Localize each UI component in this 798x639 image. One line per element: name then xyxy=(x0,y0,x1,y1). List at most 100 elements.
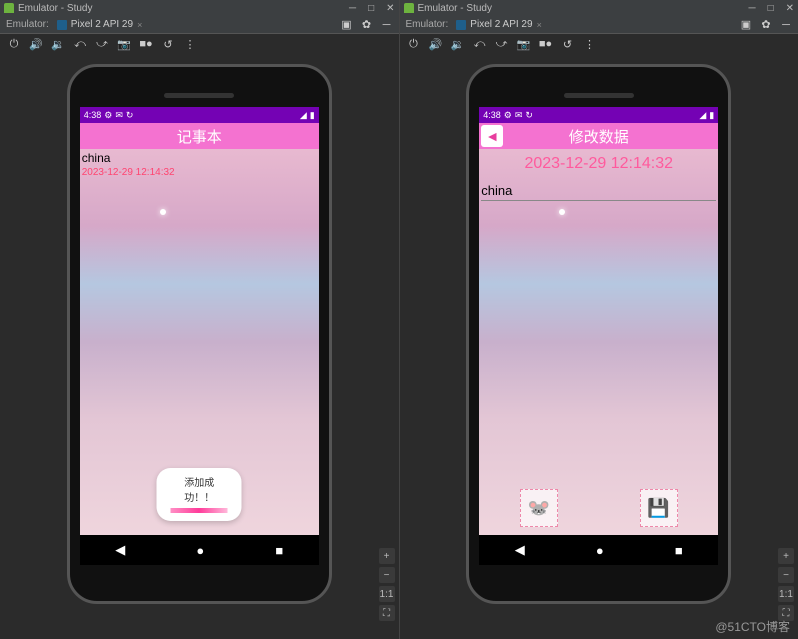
app-titlebar: ◄ 修改数据 xyxy=(479,123,718,149)
note-item-text: china xyxy=(82,151,317,165)
app-content[interactable]: china 2023-12-29 12:14:32 添加成功！！ xyxy=(80,149,319,535)
more-icon[interactable]: ⋮ xyxy=(584,38,596,50)
status-battery-icon: ▮ xyxy=(310,110,315,121)
tab-close-icon[interactable]: × xyxy=(537,20,542,30)
toast-underline xyxy=(171,508,228,513)
android-logo-icon xyxy=(404,3,414,13)
rotate-left-icon[interactable]: ⤺ xyxy=(474,38,486,50)
zoom-controls: + − 1:1 ⛶ xyxy=(379,548,395,621)
window-close-icon[interactable]: ✕ xyxy=(786,3,794,14)
power-icon[interactable]: ⏻ xyxy=(8,38,20,50)
window-maximize-icon[interactable]: □ xyxy=(768,3,774,14)
status-battery-icon: ▮ xyxy=(709,110,714,121)
android-statusbar: 4:38 ⚙ ✉ ↻ ◢ ▮ xyxy=(479,107,718,123)
watermark: @51CTO博客 xyxy=(715,618,790,635)
app-title: 修改数据 xyxy=(569,126,629,147)
emulator-toolbar: Emulator: Pixel 2 API 29 × ▣ ✿ ─ xyxy=(0,16,399,34)
nav-back-icon[interactable]: ◀ xyxy=(115,542,125,558)
window-minimize-icon[interactable]: ─ xyxy=(748,3,755,14)
zoom-controls: + − 1:1 ⛶ xyxy=(778,548,794,621)
volume-up-icon[interactable]: 🔊 xyxy=(30,38,42,50)
phone-speaker xyxy=(164,93,234,98)
record-icon[interactable]: ■● xyxy=(140,38,152,50)
volume-down-icon[interactable]: 🔉 xyxy=(452,38,464,50)
nav-home-icon[interactable]: ● xyxy=(196,543,204,558)
android-statusbar: 4:38 ⚙ ✉ ↻ ◢ ▮ xyxy=(80,107,319,123)
back-icon[interactable]: ↺ xyxy=(562,38,574,50)
tab-close-icon[interactable]: × xyxy=(137,20,142,30)
emulator-window-right: Emulator - Study ─ □ ✕ Emulator: Pixel 2… xyxy=(399,0,798,639)
emulator-window-left: Emulator - Study ─ □ ✕ Emulator: Pixel 2… xyxy=(0,0,399,639)
volume-up-icon[interactable]: 🔊 xyxy=(430,38,442,50)
zoom-reset-button[interactable]: 1:1 xyxy=(379,586,395,602)
phone-frame: 4:38 ⚙ ✉ ↻ ◢ ▮ ◄ 修改数据 2 xyxy=(466,64,731,604)
rotate-left-icon[interactable]: ⤺ xyxy=(74,38,86,50)
app-title: 记事本 xyxy=(177,126,222,147)
toast-text: 添加成功！！ xyxy=(171,474,228,504)
status-mail-icon: ✉ xyxy=(115,110,123,121)
toast: 添加成功！！ xyxy=(157,468,242,521)
hide-icon[interactable]: ─ xyxy=(381,19,393,31)
device-tab[interactable]: Pixel 2 API 29 × xyxy=(57,19,143,30)
back-icon[interactable]: ↺ xyxy=(162,38,174,50)
device-icon xyxy=(456,20,466,30)
emulator-label: Emulator: xyxy=(6,19,49,30)
status-sync-icon: ↻ xyxy=(126,110,134,121)
device-tab-label: Pixel 2 API 29 xyxy=(470,19,532,30)
emulator-toolbar: Emulator: Pixel 2 API 29 × ▣ ✿ ─ xyxy=(400,16,798,34)
emulator-controls: ⏻ 🔊 🔉 ⤺ ⤻ 📷 ■● ↺ ⋮ xyxy=(400,34,798,54)
rotate-right-icon[interactable]: ⤻ xyxy=(96,38,108,50)
zoom-fit-button[interactable]: ⛶ xyxy=(379,605,395,621)
window-minimize-icon[interactable]: ─ xyxy=(349,3,356,14)
window-title: Emulator - Study xyxy=(418,3,492,14)
chevron-left-icon: ◄ xyxy=(485,128,499,144)
detach-icon[interactable]: ▣ xyxy=(341,19,353,31)
status-time: 4:38 xyxy=(483,110,501,120)
emulator-label: Emulator: xyxy=(406,19,449,30)
record-icon[interactable]: ■● xyxy=(540,38,552,50)
phone-screen[interactable]: 4:38 ⚙ ✉ ↻ ◢ ▮ ◄ 修改数据 2 xyxy=(479,107,718,565)
status-mail-icon: ✉ xyxy=(515,110,523,121)
note-item[interactable]: china xyxy=(80,149,319,167)
save-button[interactable]: 💾 xyxy=(640,489,678,527)
phone-screen[interactable]: 4:38 ⚙ ✉ ↻ ◢ ▮ 记事本 china xyxy=(80,107,319,565)
back-button[interactable]: ◄ xyxy=(481,125,503,147)
app-titlebar: 记事本 xyxy=(80,123,319,149)
window-titlebar[interactable]: Emulator - Study ─ □ ✕ xyxy=(0,0,399,16)
power-icon[interactable]: ⏻ xyxy=(408,38,420,50)
trash-icon: 🐭 xyxy=(528,498,550,519)
detach-icon[interactable]: ▣ xyxy=(740,19,752,31)
window-close-icon[interactable]: ✕ xyxy=(386,3,394,14)
edit-timestamp: 2023-12-29 12:14:32 xyxy=(479,149,718,179)
volume-down-icon[interactable]: 🔉 xyxy=(52,38,64,50)
settings-icon[interactable]: ✿ xyxy=(361,19,373,31)
nav-home-icon[interactable]: ● xyxy=(596,543,604,558)
hide-icon[interactable]: ─ xyxy=(780,19,792,31)
screenshot-icon[interactable]: 📷 xyxy=(518,38,530,50)
status-gear-icon: ⚙ xyxy=(504,110,512,121)
window-maximize-icon[interactable]: □ xyxy=(368,3,374,14)
zoom-out-button[interactable]: − xyxy=(778,567,794,583)
settings-icon[interactable]: ✿ xyxy=(760,19,772,31)
window-titlebar[interactable]: Emulator - Study ─ □ ✕ xyxy=(400,0,798,16)
delete-button[interactable]: 🐭 xyxy=(520,489,558,527)
zoom-in-button[interactable]: + xyxy=(778,548,794,564)
app-content[interactable]: 2023-12-29 12:14:32 china 🐭 💾 xyxy=(479,149,718,535)
save-icon: 💾 xyxy=(647,498,669,519)
more-icon[interactable]: ⋮ xyxy=(184,38,196,50)
device-icon xyxy=(57,20,67,30)
device-tab[interactable]: Pixel 2 API 29 × xyxy=(456,19,542,30)
screenshot-icon[interactable]: 📷 xyxy=(118,38,130,50)
zoom-out-button[interactable]: − xyxy=(379,567,395,583)
android-navbar: ◀ ● ■ xyxy=(479,535,718,565)
nav-recent-icon[interactable]: ■ xyxy=(675,543,683,558)
device-tab-label: Pixel 2 API 29 xyxy=(71,19,133,30)
window-title: Emulator - Study xyxy=(18,3,92,14)
nav-recent-icon[interactable]: ■ xyxy=(275,543,283,558)
zoom-reset-button[interactable]: 1:1 xyxy=(778,586,794,602)
nav-back-icon[interactable]: ◀ xyxy=(515,542,525,558)
rotate-right-icon[interactable]: ⤻ xyxy=(496,38,508,50)
zoom-in-button[interactable]: + xyxy=(379,548,395,564)
status-sync-icon: ↻ xyxy=(525,110,533,121)
edit-text-field[interactable]: china xyxy=(481,181,716,201)
